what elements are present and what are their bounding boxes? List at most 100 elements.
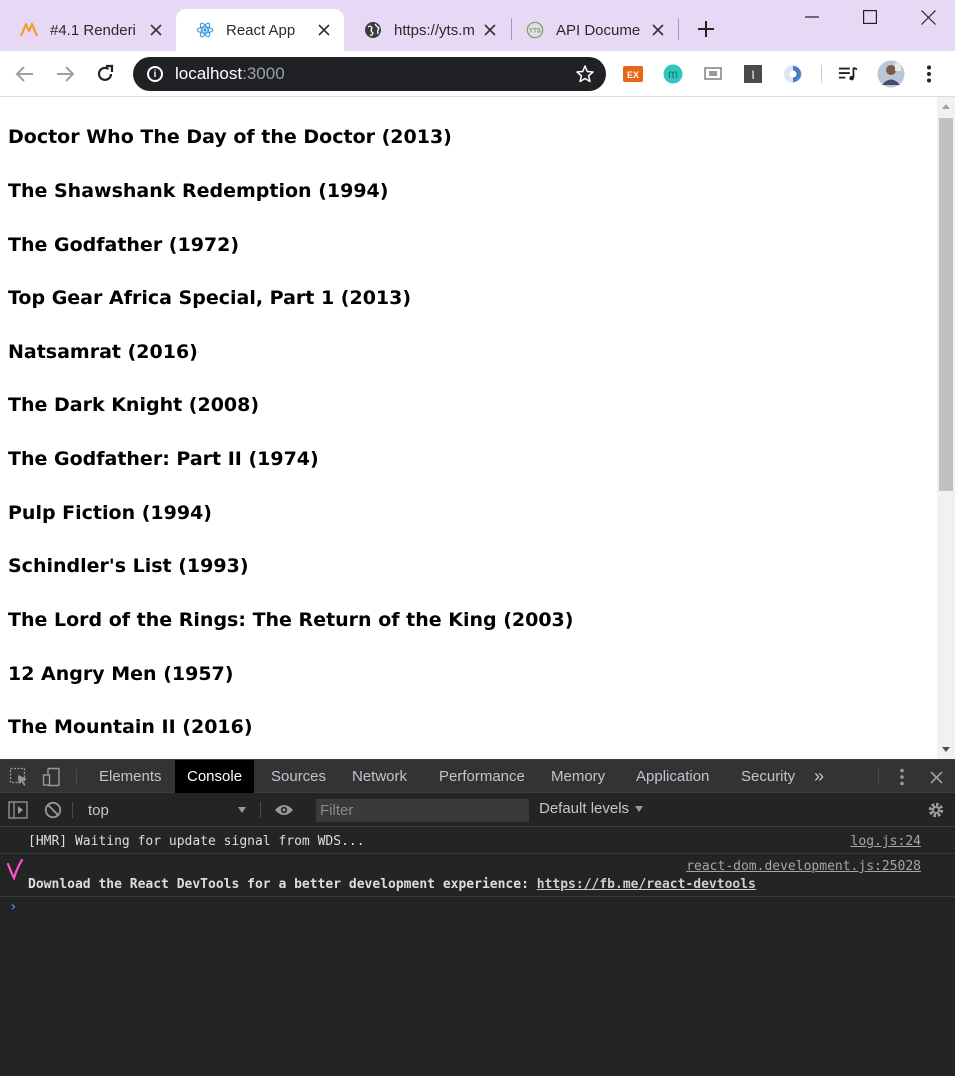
wave-logo-icon [20, 21, 38, 39]
more-tabs-icon[interactable]: » [808, 760, 830, 793]
devtools-tab-bar: Elements Console Sources Network Perform… [0, 760, 955, 793]
address-bar[interactable]: i localhost:3000 [133, 57, 606, 91]
device-toolbar-icon[interactable] [42, 767, 62, 787]
forward-icon[interactable] [52, 61, 78, 87]
yts-logo-icon: YTS [526, 21, 544, 39]
reader-extension-icon[interactable]: I [743, 64, 763, 84]
separator [260, 802, 261, 818]
console-message: react-dom.development.js:25028 Download … [0, 854, 955, 897]
avatar[interactable] [877, 60, 905, 88]
close-devtools-icon[interactable] [926, 767, 946, 787]
url-host: localhost [175, 64, 243, 83]
plus-icon[interactable] [694, 17, 718, 41]
filter-input[interactable] [316, 799, 529, 822]
page-scrollbar[interactable] [937, 97, 955, 759]
close-tab-icon[interactable] [148, 22, 164, 38]
context-selector[interactable]: top [80, 799, 250, 821]
scroll-up-arrow-icon[interactable] [942, 104, 950, 109]
movie-title: The Godfather (1972) [8, 234, 240, 256]
tab-security[interactable]: Security [729, 760, 807, 793]
minimize-icon[interactable] [783, 0, 841, 34]
movie-title: The Dark Knight (2008) [8, 394, 260, 416]
svg-text:YTS: YTS [529, 28, 541, 35]
movie-title: Schindler's List (1993) [8, 555, 249, 577]
tab-api-docs[interactable]: YTS API Docume [512, 9, 678, 51]
console-message-text: Download the React DevTools for a better… [28, 877, 756, 892]
show-sidebar-icon[interactable] [8, 800, 28, 820]
tab-console[interactable]: Console [175, 760, 255, 793]
info-icon[interactable]: i [147, 66, 163, 82]
close-tab-icon[interactable] [482, 22, 498, 38]
devtools-panel: Elements Console Sources Network Perform… [0, 759, 955, 1076]
console-source-link[interactable]: react-dom.development.js:25028 [686, 859, 921, 874]
screen-extension-icon[interactable] [703, 64, 723, 84]
menu-icon[interactable] [919, 64, 939, 84]
page-viewport: Doctor Who The Day of the Doctor (2013) … [0, 97, 937, 759]
console-filter-bar: top Default levels [0, 793, 955, 827]
inspect-element-icon[interactable] [9, 767, 29, 787]
tab-title: API Docume [556, 21, 641, 39]
movie-title: The Lord of the Rings: The Return of the… [8, 609, 574, 631]
console-message: [HMR] Waiting for update signal from WDS… [0, 827, 955, 854]
console-message-body: Download the React DevTools for a better… [28, 877, 537, 892]
movie-title: 12 Angry Men (1957) [8, 663, 234, 685]
log-levels-dropdown[interactable]: Default levels [539, 800, 644, 817]
movie-title: Doctor Who The Day of the Doctor (2013) [8, 126, 452, 148]
tab-title: https://yts.m [394, 21, 474, 39]
movie-title: Top Gear Africa Special, Part 1 (2013) [8, 287, 412, 309]
tab-title: #4.1 Renderi [50, 21, 136, 39]
react-logo-icon [196, 21, 214, 39]
svg-text:m: m [668, 67, 678, 81]
console-settings-gear-icon[interactable] [926, 800, 946, 820]
svg-text:I: I [751, 68, 754, 82]
maximize-icon[interactable] [841, 0, 899, 34]
tab-renderi[interactable]: #4.1 Renderi [0, 9, 176, 51]
movie-title: The Godfather: Part II (1974) [8, 448, 319, 470]
tab-network[interactable]: Network [340, 760, 419, 793]
live-expression-eye-icon[interactable] [274, 800, 294, 820]
tab-yts[interactable]: https://yts.m [344, 9, 510, 51]
shield-extension-icon[interactable] [783, 64, 803, 84]
bookmark-star-icon[interactable] [576, 65, 594, 83]
react-devtools-link[interactable]: https://fb.me/react-devtools [537, 877, 756, 892]
separator [76, 769, 77, 785]
browser-toolbar: i localhost:3000 EX m I [0, 51, 955, 97]
scroll-down-arrow-icon[interactable] [942, 747, 950, 752]
separator [878, 769, 879, 785]
globe-icon [364, 21, 382, 39]
ex-extension-icon[interactable]: EX [623, 64, 643, 84]
movie-title: Natsamrat (2016) [8, 341, 198, 363]
tab-performance[interactable]: Performance [427, 760, 537, 793]
separator [72, 802, 73, 818]
back-icon[interactable] [12, 61, 38, 87]
chevron-down-icon [238, 807, 246, 813]
toolbar-separator [821, 65, 822, 83]
movie-title: Pulp Fiction (1994) [8, 502, 212, 524]
tab-sources[interactable]: Sources [259, 760, 338, 793]
tab-separator [678, 18, 679, 40]
tab-application[interactable]: Application [624, 760, 721, 793]
console-source-link[interactable]: log.js:24 [851, 834, 921, 849]
reload-icon[interactable] [92, 61, 118, 87]
close-tab-icon[interactable] [650, 22, 666, 38]
url-port: :3000 [242, 64, 285, 83]
movie-title: The Mountain II (2016) [8, 716, 253, 738]
tab-elements[interactable]: Elements [87, 760, 174, 793]
tab-strip: #4.1 Renderi React App https://yts.m YTS… [0, 0, 955, 51]
console-prompt-icon[interactable]: › [9, 899, 17, 915]
m-extension-icon[interactable]: m [663, 64, 683, 84]
tab-title: React App [226, 21, 296, 39]
console-message-text: [HMR] Waiting for update signal from WDS… [28, 834, 365, 849]
context-value: top [88, 801, 109, 819]
tab-memory[interactable]: Memory [539, 760, 617, 793]
svg-text:EX: EX [627, 70, 639, 80]
tab-react-app[interactable]: React App [176, 9, 344, 51]
close-icon[interactable] [899, 0, 955, 34]
handwritten-check-mark [6, 858, 24, 880]
customize-menu-icon[interactable] [892, 767, 912, 787]
close-tab-icon[interactable] [316, 22, 332, 38]
clear-console-icon[interactable] [43, 800, 63, 820]
media-icon[interactable] [838, 64, 858, 84]
scrollbar-thumb[interactable] [939, 118, 953, 491]
chevron-down-icon [635, 805, 644, 812]
